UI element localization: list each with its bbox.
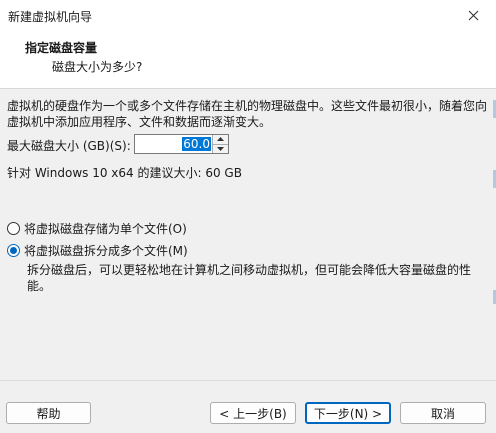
split-file-option[interactable]: 将虚拟磁盘拆分成多个文件(M) [7,242,188,259]
single-file-option[interactable]: 将虚拟磁盘存储为单个文件(O) [7,220,187,237]
split-file-note: 拆分磁盘后，可以更轻松地在计算机之间移动虚拟机，但可能会降低大容量磁盘的性能。 [27,263,472,293]
close-button[interactable] [450,0,496,31]
split-file-radio[interactable] [7,244,20,257]
page-title: 指定磁盘容量 [25,41,98,55]
back-button[interactable]: < 上一步(B) [210,402,296,424]
page-subtitle: 磁盘大小为多少? [52,60,143,74]
disk-size-value: 60.0 [182,137,211,151]
recommended-size-text: 针对 Windows 10 x64 的建议大小: 60 GB [7,166,242,180]
next-button[interactable]: 下一步(N) > [305,402,391,424]
help-button[interactable]: 帮助 [6,402,91,424]
single-file-radio[interactable] [7,222,20,235]
disk-size-input[interactable]: 60.0 [182,137,211,151]
split-file-label: 将虚拟磁盘拆分成多个文件(M) [24,244,188,258]
wizard-header: 指定磁盘容量 磁盘大小为多少? [0,31,496,89]
title-bar: 新建虚拟机向导 [0,0,496,31]
disk-size-spinner[interactable]: 60.0 [134,134,229,154]
chevron-down-icon [217,146,224,151]
chevron-up-icon [217,137,224,142]
wizard-footer: 帮助 < 上一步(B) 下一步(N) > 取消 [0,380,496,433]
cancel-button[interactable]: 取消 [400,402,486,424]
spinner-buttons [212,135,228,153]
single-file-label: 将虚拟磁盘存储为单个文件(O) [24,222,187,236]
close-icon [468,10,478,21]
max-disk-size-label: 最大磁盘大小 (GB)(S): [7,139,131,153]
window-title: 新建虚拟机向导 [8,10,93,24]
wizard-body: 虚拟机的硬盘作为一个或多个文件存储在主机的物理磁盘中。这些文件最初很小，随着您向… [0,89,496,380]
spin-down-button[interactable] [213,144,228,153]
disk-description: 虚拟机的硬盘作为一个或多个文件存储在主机的物理磁盘中。这些文件最初很小，随着您向… [7,99,488,129]
spin-up-button[interactable] [213,135,228,145]
